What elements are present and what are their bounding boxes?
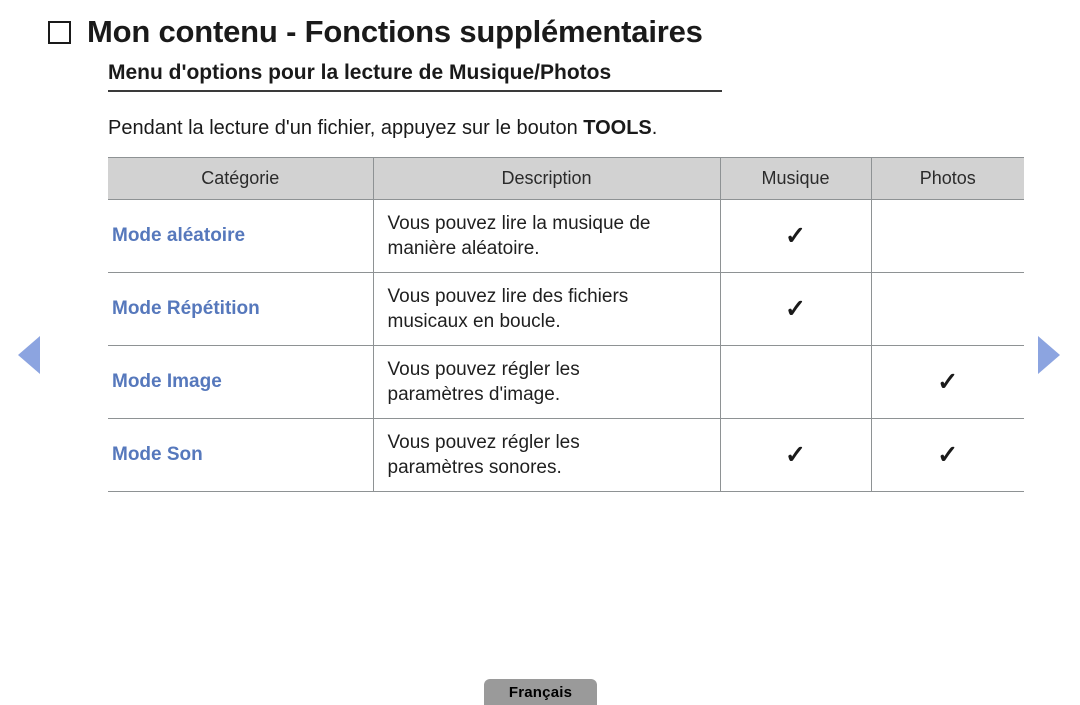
row-category: Mode Répétition: [108, 272, 373, 346]
row-description: Vous pouvez régler les paramètres d'imag…: [372, 345, 721, 419]
column-header-categorie: Catégorie: [108, 157, 374, 200]
cell-musique: [720, 345, 872, 419]
description-line-1: Vous pouvez régler les: [387, 358, 580, 380]
section-subtitle: Menu d'options pour la lecture de Musiqu…: [108, 61, 612, 84]
table-row: Mode Répétition Vous pouvez lire des fic…: [108, 272, 1024, 346]
cell-musique: ✓: [720, 418, 872, 492]
cell-photos: [871, 272, 1024, 346]
table-row: Mode aléatoire Vous pouvez lire la musiq…: [108, 199, 1024, 273]
row-category: Mode Son: [108, 418, 373, 492]
column-header-description: Description: [373, 157, 721, 200]
table-row: Mode Image Vous pouvez régler les paramè…: [108, 345, 1024, 419]
row-description: Vous pouvez lire des fichiers musicaux e…: [372, 272, 721, 346]
table-header-row: Catégorie Description Musique Photos: [108, 157, 1024, 200]
description-line-1: Vous pouvez lire des fichiers: [387, 285, 629, 307]
description-line-1: Vous pouvez lire la musique de: [387, 212, 651, 234]
intro-text-after: .: [651, 117, 658, 139]
triangle-right-icon[interactable]: [1038, 336, 1060, 374]
column-header-photos: Photos: [871, 157, 1024, 200]
section-subtitle-underline: Menu d'options pour la lecture de Musiqu…: [108, 61, 722, 93]
description-line-2: manière aléatoire.: [387, 238, 540, 259]
cell-photos: [871, 199, 1024, 273]
intro-paragraph: Pendant la lecture d'un fichier, appuyez…: [108, 116, 657, 140]
cell-photos: ✓: [871, 345, 1024, 419]
description-line-1: Vous pouvez régler les: [387, 431, 580, 453]
table-row: Mode Son Vous pouvez régler les paramètr…: [108, 418, 1024, 492]
options-table: Catégorie Description Musique Photos Mod…: [108, 157, 1024, 492]
row-category: Mode Image: [108, 345, 373, 419]
description-line-2: paramètres d'image.: [387, 384, 561, 405]
cell-photos: ✓: [871, 418, 1024, 492]
check-icon: ✓: [785, 440, 806, 469]
cell-musique: ✓: [720, 199, 872, 273]
language-tab[interactable]: Français: [484, 679, 597, 705]
description-line-2: paramètres sonores.: [387, 457, 562, 478]
page-title-row: Mon contenu - Fonctions supplémentaires: [48, 16, 703, 47]
intro-text-before: Pendant la lecture d'un fichier, appuyez…: [108, 117, 584, 139]
row-category: Mode aléatoire: [108, 199, 373, 273]
check-icon: ✓: [937, 367, 959, 396]
check-icon: ✓: [937, 440, 959, 469]
column-header-musique: Musique: [720, 157, 872, 200]
description-line-2: musicaux en boucle.: [387, 311, 561, 332]
cell-musique: ✓: [720, 272, 872, 346]
check-icon: ✓: [785, 221, 806, 250]
check-icon: ✓: [785, 294, 806, 323]
row-description: Vous pouvez lire la musique de manière a…: [372, 199, 721, 273]
page-title: Mon contenu - Fonctions supplémentaires: [87, 14, 703, 49]
square-bullet-icon: [48, 20, 71, 44]
tools-button-name: TOOLS: [583, 117, 652, 139]
triangle-left-icon[interactable]: [18, 336, 40, 374]
row-description: Vous pouvez régler les paramètres sonore…: [372, 418, 721, 492]
